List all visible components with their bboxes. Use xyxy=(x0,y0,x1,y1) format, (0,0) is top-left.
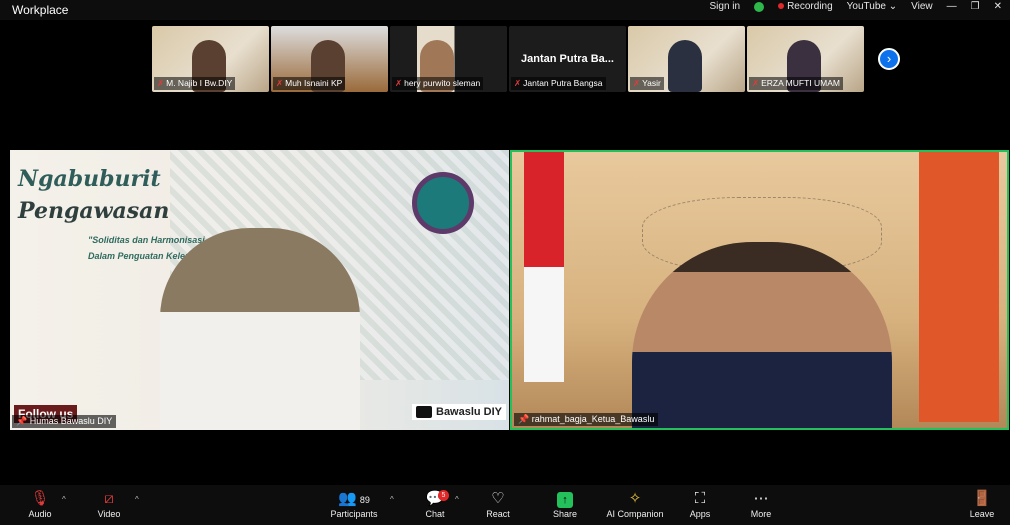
social-handle: Bawaslu DIY xyxy=(412,404,507,420)
muted-mic-icon: ✗ xyxy=(157,78,165,88)
muted-mic-icon: ✗ xyxy=(276,78,284,88)
participants-button[interactable]: 👥 89 Participants xyxy=(319,489,389,519)
participant-tile[interactable]: ✗ Yasir xyxy=(628,26,745,92)
participant-tile[interactable]: ✗ ERZA MUFTI UMAM xyxy=(747,26,864,92)
indonesia-flag xyxy=(524,152,564,382)
next-page-chevron-icon[interactable]: › xyxy=(878,48,900,70)
leave-label: Leave xyxy=(969,509,995,519)
react-button[interactable]: ♡ React xyxy=(463,489,533,519)
ai-companion-button[interactable]: ✧ AI Companion xyxy=(600,489,670,519)
tile-name-label: 📌 Humas Bawaslu DIY xyxy=(12,415,117,428)
participant-gallery: ✗ M. Najib I Bw.DIY ✗ Muh Isnaini KP ✗ hery… xyxy=(152,26,864,92)
participants-icon: 👥 xyxy=(338,490,357,507)
heart-icon: ♡ xyxy=(491,490,505,507)
participant-name: Jantan Putra Bangsa xyxy=(523,78,603,88)
video-tile-humas[interactable]: Ngabuburit Pengawasan "Soliditas dan Har… xyxy=(10,150,509,430)
youtube-icon xyxy=(416,406,432,418)
video-label: Video xyxy=(97,509,121,519)
meeting-toolbar: 🎙 Audio ^ ⧄ Video ^ 👥 89 Participants ^ 💬 5 Ch… xyxy=(0,485,1010,525)
bawaslu-flag xyxy=(919,152,999,422)
participant-name: Humas Bawaslu DIY xyxy=(29,416,113,426)
pin-icon: 📌 xyxy=(518,414,530,424)
presenter-video xyxy=(160,228,360,430)
mascot-logo xyxy=(412,172,474,234)
sparkle-icon: ✧ xyxy=(628,490,642,507)
chat-button[interactable]: 💬 5 Chat xyxy=(400,489,470,519)
pin-icon: 📌 xyxy=(16,416,28,426)
participant-name: rahmat_bagja_Ketua_Bawaslu xyxy=(531,414,655,424)
social-handle-text: Bawaslu DIY xyxy=(436,406,503,418)
chat-options-caret[interactable]: ^ xyxy=(455,495,459,504)
audio-options-caret[interactable]: ^ xyxy=(62,495,66,504)
title-bar: Workplace Sign in Recording YouTube ⌄ Vi… xyxy=(0,0,1010,20)
participants-label: Participants xyxy=(330,509,378,519)
speaker-video xyxy=(632,242,892,428)
sign-in-link[interactable]: Sign in xyxy=(710,1,741,13)
minimize-button[interactable]: — xyxy=(947,1,957,13)
muted-mic-icon: ✗ xyxy=(752,78,760,88)
more-dots-icon: ⋯ xyxy=(753,490,769,507)
participant-name: M. Najib I Bw.DIY xyxy=(166,78,233,88)
youtube-live-button[interactable]: YouTube ⌄ xyxy=(847,1,897,13)
video-off-icon: ⧄ xyxy=(104,490,114,507)
recording-indicator[interactable]: Recording xyxy=(778,1,833,13)
participant-tile[interactable]: ✗ M. Najib I Bw.DIY xyxy=(152,26,269,92)
participant-display-name: Jantan Putra Ba... xyxy=(521,53,614,65)
chat-icon: 💬 xyxy=(425,490,445,507)
view-button[interactable]: View xyxy=(911,1,933,13)
participant-name: ERZA MUFTI UMAM xyxy=(761,78,840,88)
poster-title-2: Pengawasan xyxy=(18,198,170,224)
maximize-button[interactable]: ❐ xyxy=(971,1,980,13)
more-label: More xyxy=(750,509,772,519)
muted-mic-icon: ✗ xyxy=(633,78,641,88)
audio-button[interactable]: 🎙 Audio xyxy=(5,489,75,519)
muted-mic-icon: ✗ xyxy=(514,78,522,88)
participants-count: 89 xyxy=(359,495,370,505)
recording-label: Recording xyxy=(787,1,833,12)
app-title: Workplace xyxy=(12,3,69,17)
poster-title: Ngabuburit xyxy=(18,166,161,192)
leave-button[interactable]: 🚪 Leave xyxy=(947,489,1010,519)
video-button[interactable]: ⧄ Video xyxy=(74,489,144,519)
encryption-shield-icon[interactable] xyxy=(754,2,765,12)
record-dot-icon xyxy=(778,3,785,9)
ai-companion-label: AI Companion xyxy=(606,509,664,519)
apps-icon: ⛶ xyxy=(694,490,706,507)
chat-label: Chat xyxy=(425,509,445,519)
apps-label: Apps xyxy=(689,509,711,519)
participant-tile[interactable]: ✗ hery purwito sleman xyxy=(390,26,507,92)
share-label: Share xyxy=(552,509,578,519)
chat-unread-badge: 5 xyxy=(438,490,449,501)
leave-door-icon: 🚪 xyxy=(972,490,992,507)
share-arrow-icon: ↑ xyxy=(557,492,573,508)
video-tile-speaker[interactable]: 📌 rahmat_bagja_Ketua_Bawaslu xyxy=(510,150,1009,430)
close-button[interactable]: ✕ xyxy=(994,1,1002,13)
video-options-caret[interactable]: ^ xyxy=(135,495,139,504)
tile-name-label: 📌 rahmat_bagja_Ketua_Bawaslu xyxy=(514,413,659,426)
react-label: React xyxy=(486,509,510,519)
muted-mic-icon: ✗ xyxy=(395,78,403,88)
apps-button[interactable]: ⛶ Apps xyxy=(665,489,735,519)
participant-name: Yasir xyxy=(642,78,661,88)
participant-name: hery purwito sleman xyxy=(404,78,481,88)
participant-name: Muh Isnaini KP xyxy=(285,78,343,88)
participant-tile[interactable]: ✗ Muh Isnaini KP xyxy=(271,26,388,92)
participant-tile[interactable]: Jantan Putra Ba... ✗ Jantan Putra Bangsa xyxy=(509,26,626,92)
audio-label: Audio xyxy=(28,509,52,519)
more-button[interactable]: ⋯ More xyxy=(726,489,796,519)
participants-options-caret[interactable]: ^ xyxy=(390,495,394,504)
share-button[interactable]: ↑ Share xyxy=(530,489,600,519)
